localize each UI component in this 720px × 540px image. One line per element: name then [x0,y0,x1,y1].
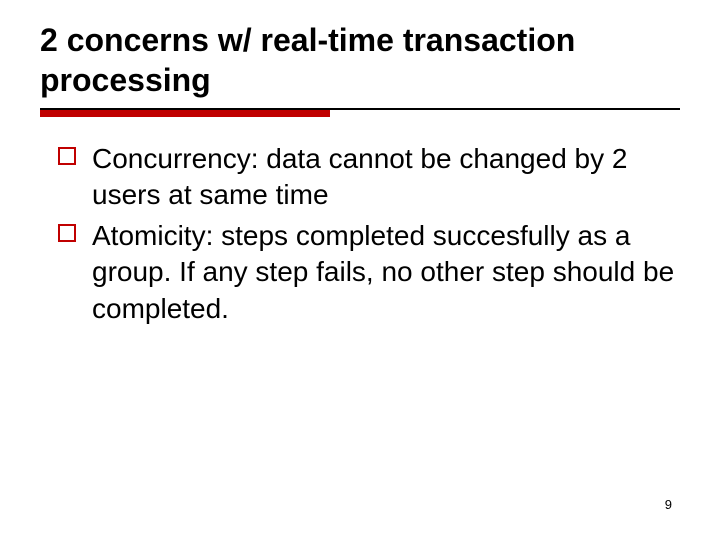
title-accent-underline [40,110,330,117]
list-item-text: Concurrency: data cannot be changed by 2… [92,143,627,210]
list-item: Atomicity: steps completed succesfully a… [58,218,680,327]
page-number: 9 [665,497,672,512]
bullet-list: Concurrency: data cannot be changed by 2… [40,141,680,327]
list-item: Concurrency: data cannot be changed by 2… [58,141,680,214]
square-bullet-icon [58,147,76,165]
square-bullet-icon [58,224,76,242]
slide-title: 2 concerns w/ real-time transaction proc… [40,20,680,110]
list-item-text: Atomicity: steps completed succesfully a… [92,220,674,324]
